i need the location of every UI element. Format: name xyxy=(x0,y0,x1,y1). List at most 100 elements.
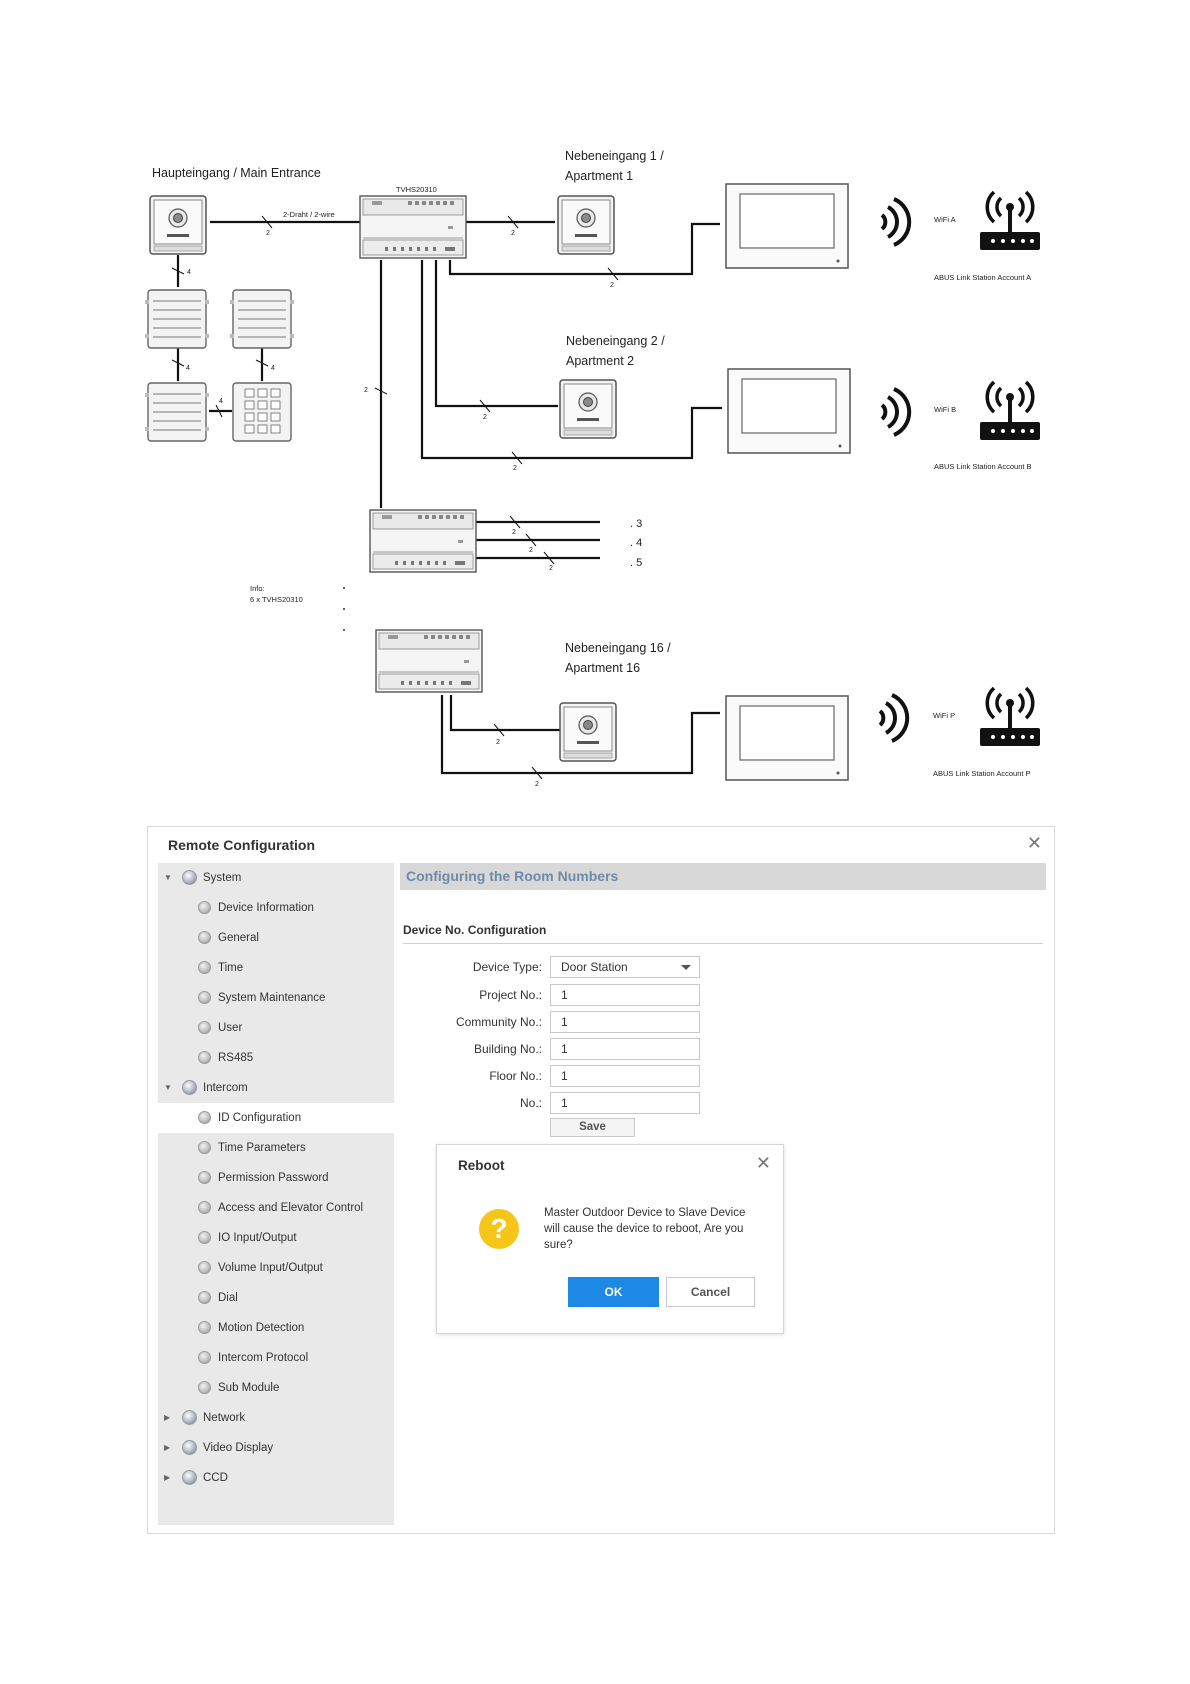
wire-count: 2 xyxy=(610,282,614,289)
sidebar-item-general[interactable]: General xyxy=(158,923,394,953)
gear-icon xyxy=(198,1351,211,1364)
field-label: Community No.: xyxy=(455,1015,542,1029)
gear-icon xyxy=(198,1051,211,1064)
gear-icon xyxy=(198,1291,211,1304)
sidebar-item-label: Motion Detection xyxy=(218,1322,305,1334)
sidebar-item-rs485[interactable]: RS485 xyxy=(158,1043,394,1073)
apartment-16-door-station xyxy=(559,702,617,762)
gear-icon xyxy=(198,931,211,944)
wire-type-label: 2-Draht / 2-wire xyxy=(283,210,335,219)
cancel-button[interactable]: Cancel xyxy=(666,1277,755,1307)
building-no-input[interactable]: 1 xyxy=(550,1038,700,1060)
gear-icon xyxy=(198,1381,211,1394)
sidebar-item-video-display[interactable]: ▶ Video Display xyxy=(158,1433,394,1463)
sidebar-item-label: Device Information xyxy=(218,902,314,914)
button-module xyxy=(144,289,210,349)
wiring-diagram: 2 4 4 4 4 2 2 2 2 2 2 2 2 2 2 Haupteinga… xyxy=(144,149,1042,788)
sidebar-item-user[interactable]: User xyxy=(158,1013,394,1043)
sidebar-item-sub-module[interactable]: Sub Module xyxy=(158,1373,394,1403)
field-label: Device Type: xyxy=(472,960,542,974)
wire-count: 2 xyxy=(512,529,516,536)
wire-count: 2 xyxy=(483,414,487,421)
project-no-input[interactable]: 1 xyxy=(550,984,700,1006)
main-entrance-label: Haupteingang / Main Entrance xyxy=(152,166,321,180)
sidebar-item-intercom-protocol[interactable]: Intercom Protocol xyxy=(158,1343,394,1373)
page-banner-title: Configuring the Room Numbers xyxy=(406,868,619,884)
distributor-1 xyxy=(359,195,467,259)
sidebar-item-network[interactable]: ▶ Network xyxy=(158,1403,394,1433)
sidebar-item-time[interactable]: Time xyxy=(158,953,394,983)
community-no-input[interactable]: 1 xyxy=(550,1011,700,1033)
sidebar-item-label: Intercom Protocol xyxy=(218,1352,309,1364)
sidebar-item-id-configuration[interactable]: ID Configuration xyxy=(158,1103,394,1133)
sidebar-item-label: Sub Module xyxy=(218,1382,280,1394)
sidebar-item-label: Permission Password xyxy=(218,1172,329,1184)
sidebar-item-system[interactable]: ▼ System xyxy=(158,863,394,893)
config-sidebar: ▼ System Device Information General Time Syst… xyxy=(158,863,394,1525)
globe-icon xyxy=(182,1440,197,1455)
close-icon[interactable]: ✕ xyxy=(1027,833,1042,854)
router-icon xyxy=(978,686,1042,748)
sidebar-item-motion-detection[interactable]: Motion Detection xyxy=(158,1313,394,1343)
apartment-1-label: Apartment 1 xyxy=(565,169,633,183)
sidebar-item-intercom[interactable]: ▼ Intercom xyxy=(158,1073,394,1103)
apartment-1-label: Nebeneingang 1 / xyxy=(565,149,664,163)
wifi-label: WiFi B xyxy=(934,405,956,414)
sidebar-item-ccd[interactable]: ▶ CCD xyxy=(158,1463,394,1493)
gear-icon xyxy=(198,901,211,914)
config-content: Configuring the Room Numbers Device No. … xyxy=(400,863,1046,1525)
dialog-message: Master Outdoor Device to Slave Device wi… xyxy=(544,1207,746,1251)
wifi-signal-icon xyxy=(880,197,912,247)
reboot-dialog: Reboot ✕ ? Master Outdoor Device to Slav… xyxy=(436,1144,784,1334)
chevron-right-icon[interactable]: ▶ xyxy=(164,1403,170,1433)
sidebar-item-label: IO Input/Output xyxy=(218,1232,297,1244)
distributor-output-index: . 3 xyxy=(630,518,642,530)
wire-count: 2 xyxy=(529,547,533,554)
page-banner: Configuring the Room Numbers xyxy=(400,863,1046,890)
sidebar-item-system-maintenance[interactable]: System Maintenance xyxy=(158,983,394,1013)
wire-count: 2 xyxy=(513,465,517,472)
wifi-label: WiFi P xyxy=(933,711,955,720)
sidebar-item-volume-input-output[interactable]: Volume Input/Output xyxy=(158,1253,394,1283)
window-title: Remote Configuration xyxy=(168,837,315,853)
gear-icon xyxy=(198,961,211,974)
sidebar-item-label: Intercom xyxy=(203,1082,248,1094)
sidebar-item-access-and-elevator-control[interactable]: Access and Elevator Control xyxy=(158,1193,394,1223)
floor-no-input[interactable]: 1 xyxy=(550,1065,700,1087)
sidebar-item-device-information[interactable]: Device Information xyxy=(158,893,394,923)
sidebar-item-label: ID Configuration xyxy=(218,1112,302,1124)
globe-icon xyxy=(182,1410,197,1425)
sidebar-item-label: User xyxy=(218,1022,243,1034)
button-module xyxy=(144,382,210,442)
sidebar-item-label: RS485 xyxy=(218,1052,254,1064)
sidebar-item-time-parameters[interactable]: Time Parameters xyxy=(158,1133,394,1163)
sidebar-item-dial[interactable]: Dial xyxy=(158,1283,394,1313)
wifi-signal-icon xyxy=(880,387,912,437)
sidebar-item-label: Dial xyxy=(218,1292,238,1304)
device-type-select[interactable]: Door Station xyxy=(550,956,700,978)
chevron-right-icon[interactable]: ▶ xyxy=(164,1463,170,1493)
chevron-down-icon[interactable]: ▼ xyxy=(164,863,172,893)
close-icon[interactable]: ✕ xyxy=(756,1153,771,1174)
sidebar-item-permission-password[interactable]: Permission Password xyxy=(158,1163,394,1193)
field-value: Door Station xyxy=(561,960,628,974)
apartment-2-monitor xyxy=(727,368,851,454)
wire-count: 2 xyxy=(535,781,539,788)
sidebar-item-label: System Maintenance xyxy=(218,992,326,1004)
apartment-1-door-station xyxy=(557,195,615,255)
wire-count: 4 xyxy=(186,365,190,372)
router-icon xyxy=(978,190,1042,252)
building-no-row: Building No.: 1 xyxy=(400,1038,800,1062)
chevron-right-icon[interactable]: ▶ xyxy=(164,1433,170,1463)
no-input[interactable]: 1 xyxy=(550,1092,700,1114)
ok-button[interactable]: OK xyxy=(568,1277,659,1307)
save-button[interactable]: Save xyxy=(550,1118,635,1137)
sidebar-item-io-input-output[interactable]: IO Input/Output xyxy=(158,1223,394,1253)
question-icon: ? xyxy=(479,1209,519,1249)
button-module xyxy=(229,289,295,349)
globe-icon xyxy=(182,1470,197,1485)
apartment-2-label: Apartment 2 xyxy=(566,354,634,368)
distributor-output-index: . 5 xyxy=(630,557,642,569)
chevron-down-icon[interactable]: ▼ xyxy=(164,1073,172,1103)
wire-count: 4 xyxy=(219,398,223,405)
